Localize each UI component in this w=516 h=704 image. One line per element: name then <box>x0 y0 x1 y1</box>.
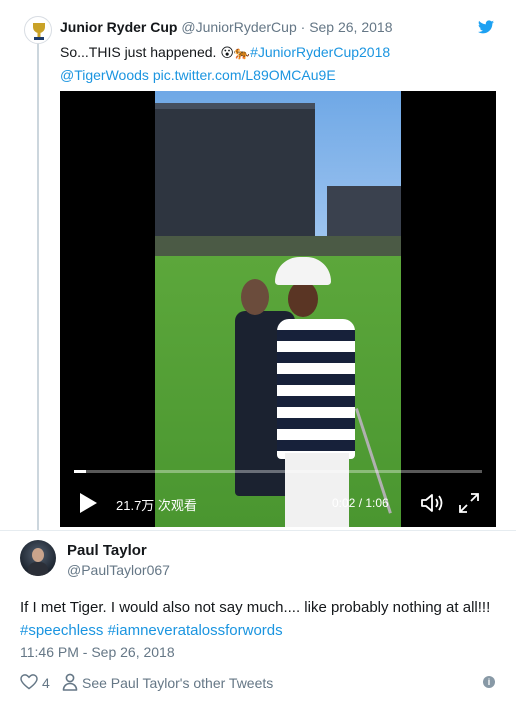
astonished-face-emoji: 😮 <box>220 45 234 60</box>
quoted-text-prefix: So...THIS just happened. <box>60 44 217 60</box>
hashtag-iamneveratalossforwords[interactable]: #iamneveratalossforwords <box>108 622 283 639</box>
quoted-tweet[interactable]: Junior Ryder Cup @JuniorRyderCup · Sep 2… <box>0 0 516 530</box>
video-player[interactable]: 21.7万 次观看 0:02 / 1:06 <box>60 91 496 527</box>
thread-line <box>37 40 39 530</box>
quoted-author-handle[interactable]: @JuniorRyderCup <box>181 19 296 35</box>
ryder-cup-logo-icon[interactable] <box>24 16 52 44</box>
info-icon[interactable]: i <box>483 676 495 688</box>
tweet-timestamp[interactable]: 11:46 PM - Sep 26, 2018 <box>20 644 175 660</box>
tiger-emoji: 🐅 <box>233 45 251 60</box>
fullscreen-icon[interactable] <box>458 492 480 514</box>
divider <box>0 530 516 531</box>
video-progress-bar[interactable] <box>74 470 482 473</box>
tweet-actions: 4 See Paul Taylor's other Tweets i <box>20 673 500 693</box>
video-progress-fill <box>74 470 87 473</box>
video-frame <box>155 91 401 527</box>
hashtag-link[interactable]: #JuniorRyderCup2018 <box>250 44 390 60</box>
author-handle[interactable]: @PaulTaylor067 <box>67 562 170 578</box>
quoted-date[interactable]: Sep 26, 2018 <box>309 19 392 35</box>
heart-icon[interactable] <box>20 674 38 690</box>
view-count: 21.7万 次观看 <box>116 498 197 513</box>
video-timecode: 0:02 / 1:06 <box>332 496 389 510</box>
author-name[interactable]: Paul Taylor <box>67 542 147 559</box>
mention-link[interactable]: @TigerWoods <box>60 67 149 83</box>
play-icon[interactable] <box>78 492 98 514</box>
tweet-text-prefix: If I met Tiger. I would also not say muc… <box>20 599 491 616</box>
hashtag-speechless[interactable]: #speechless <box>20 622 103 639</box>
quoted-tweet-text: So...THIS just happened. 😮🐅#JuniorRyderC… <box>60 41 490 86</box>
other-tweets-link[interactable]: See Paul Taylor's other Tweets <box>82 675 273 691</box>
twitter-bird-icon[interactable] <box>478 20 494 34</box>
person-icon <box>62 673 78 691</box>
media-link[interactable]: pic.twitter.com/L89OMCAu9E <box>153 67 336 83</box>
avatar[interactable] <box>20 540 56 576</box>
tweet-text: If I met Tiger. I would also not say muc… <box>20 596 500 642</box>
quoted-author-name[interactable]: Junior Ryder Cup <box>60 19 177 35</box>
quoted-separator: · <box>300 19 306 35</box>
quoted-tweet-header: Junior Ryder Cup @JuniorRyderCup · Sep 2… <box>60 19 392 35</box>
like-count: 4 <box>42 675 50 691</box>
volume-icon[interactable] <box>420 492 444 514</box>
